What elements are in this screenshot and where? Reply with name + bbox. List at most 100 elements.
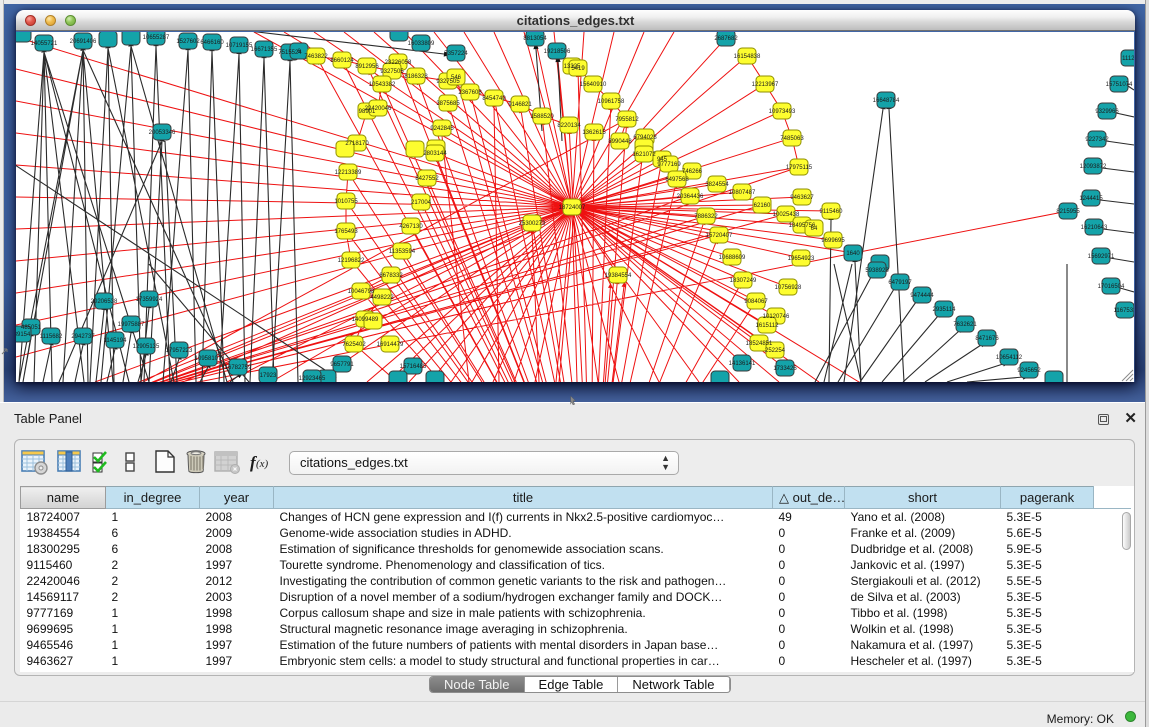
- svg-text:12196822: 12196822: [338, 258, 365, 264]
- svg-text:10655287: 10655287: [143, 35, 170, 41]
- svg-text:8813054: 8813054: [523, 36, 547, 42]
- svg-text:18724007: 18724007: [559, 205, 586, 211]
- svg-text:3875685: 3875685: [436, 101, 460, 107]
- svg-text:1588520: 1588520: [530, 114, 554, 120]
- svg-text:10961758: 10961758: [598, 99, 625, 105]
- svg-text:8215955: 8215955: [1056, 209, 1080, 215]
- svg-text:217004: 217004: [411, 200, 432, 206]
- svg-text:2687682: 2687682: [714, 36, 738, 42]
- svg-text:3824554: 3824554: [705, 182, 729, 188]
- svg-text:9146821: 9146821: [508, 102, 532, 108]
- svg-text:2942737: 2942737: [71, 334, 95, 340]
- svg-text:4267130: 4267130: [399, 224, 423, 230]
- svg-text:1244415: 1244415: [1079, 196, 1103, 202]
- svg-text:10807487: 10807487: [729, 190, 756, 196]
- svg-text:19384554: 19384554: [605, 273, 632, 279]
- svg-text:5419: 5419: [571, 66, 585, 72]
- svg-text:9245652: 9245652: [1017, 368, 1041, 374]
- svg-text:8912956: 8912956: [355, 64, 379, 70]
- svg-text:1765493: 1765493: [334, 229, 358, 235]
- svg-text:8678332: 8678332: [379, 273, 403, 279]
- svg-text:14099489: 14099489: [352, 317, 379, 323]
- svg-text:9463627: 9463627: [790, 195, 814, 201]
- svg-text:20206538: 20206538: [91, 299, 118, 305]
- svg-text:12213967: 12213967: [752, 82, 779, 88]
- svg-text:1527602: 1527602: [176, 39, 200, 45]
- svg-text:7955812: 7955812: [615, 117, 639, 123]
- svg-text:7625402: 7625402: [342, 342, 366, 348]
- svg-text:6479197: 6479197: [888, 280, 912, 286]
- svg-text:8660124: 8660124: [330, 58, 354, 64]
- svg-text:8220134: 8220134: [557, 123, 581, 129]
- svg-text:14136141: 14136141: [729, 361, 756, 367]
- svg-text:9115460: 9115460: [820, 209, 844, 215]
- svg-text:1010755: 1010755: [334, 199, 358, 205]
- svg-text:1640: 1640: [846, 251, 860, 257]
- svg-text:25300273: 25300273: [519, 221, 546, 227]
- svg-text:9227342: 9227342: [1085, 137, 1109, 143]
- svg-text:16671355: 16671355: [251, 47, 278, 53]
- svg-text:5938923: 5938923: [865, 268, 889, 274]
- svg-text:9777169: 9777169: [657, 162, 681, 168]
- svg-text:9242845: 9242845: [430, 126, 454, 132]
- svg-text:10543382: 10543382: [369, 82, 396, 88]
- svg-text:20691406: 20691406: [70, 39, 97, 45]
- svg-text:(x): (x): [256, 458, 269, 470]
- svg-text:1621072: 1621072: [632, 152, 656, 158]
- svg-text:16782759: 16782759: [225, 365, 252, 371]
- svg-text:2803144: 2803144: [423, 151, 447, 157]
- svg-text:10654112: 10654112: [996, 355, 1023, 361]
- svg-text:16914479: 16914479: [377, 342, 404, 348]
- svg-text:17016504: 17016504: [1098, 284, 1125, 290]
- svg-text:16210643: 16210643: [1081, 225, 1108, 231]
- svg-text:7485063: 7485063: [780, 136, 804, 142]
- svg-text:10958107: 10958107: [195, 356, 222, 362]
- svg-text:4498222: 4498222: [370, 295, 394, 301]
- svg-text:17923: 17923: [260, 373, 277, 379]
- svg-text:2367608: 2367608: [458, 90, 482, 96]
- svg-text:39154: 39154: [16, 332, 31, 338]
- svg-text:11121: 11121: [1122, 56, 1134, 62]
- svg-text:14055721: 14055721: [31, 41, 58, 47]
- svg-text:6794028: 6794028: [633, 135, 657, 141]
- svg-text:7357224: 7357224: [444, 51, 468, 57]
- svg-text:7463822: 7463822: [304, 54, 328, 60]
- svg-text:8454749: 8454749: [482, 96, 506, 102]
- svg-text:12905135: 12905135: [133, 344, 160, 350]
- svg-text:6466160: 6466160: [200, 40, 224, 46]
- svg-text:64: 64: [811, 226, 818, 232]
- svg-text:252254: 252254: [765, 348, 786, 354]
- svg-text:9657791: 9657791: [330, 362, 354, 368]
- svg-text:10973493: 10973493: [769, 109, 796, 115]
- svg-text:62160: 62160: [754, 203, 771, 209]
- svg-text:746266: 746266: [682, 169, 703, 175]
- svg-text:1615112: 1615112: [756, 323, 780, 329]
- svg-text:2718170: 2718170: [345, 141, 369, 147]
- svg-text:546: 546: [451, 75, 462, 81]
- svg-text:12213389: 12213389: [335, 170, 362, 176]
- svg-text:1733426: 1733426: [773, 366, 797, 372]
- svg-text:6497568: 6497568: [665, 177, 689, 183]
- svg-text:9327505: 9327505: [380, 69, 404, 75]
- svg-text:12093872: 12093872: [1080, 164, 1107, 170]
- svg-text:18524851: 18524851: [746, 341, 773, 347]
- svg-text:7632621: 7632621: [953, 322, 977, 328]
- svg-text:18307249: 18307249: [730, 278, 757, 284]
- svg-text:16033809: 16033809: [408, 41, 435, 47]
- svg-text:10756928: 10756928: [775, 285, 802, 291]
- svg-text:15692971: 15692971: [1088, 254, 1115, 260]
- svg-text:8990448: 8990448: [608, 139, 632, 145]
- svg-text:1362615: 1362615: [582, 130, 606, 136]
- svg-text:16154838: 16154838: [734, 54, 761, 60]
- svg-text:22420046: 22420046: [365, 106, 392, 112]
- svg-text:19218506: 19218506: [544, 49, 571, 55]
- svg-text:12923465: 12923465: [299, 376, 326, 382]
- svg-text:9329966: 9329966: [1095, 109, 1119, 115]
- svg-text:10719155: 10719155: [226, 43, 253, 49]
- svg-text:10120746: 10120746: [763, 314, 790, 320]
- svg-text:23226058: 23226058: [385, 60, 412, 66]
- svg-text:1167533: 1167533: [1114, 308, 1134, 314]
- svg-text:9699695: 9699695: [821, 238, 845, 244]
- svg-text:8427552: 8427552: [415, 176, 439, 182]
- svg-text:17975115: 17975115: [786, 165, 813, 171]
